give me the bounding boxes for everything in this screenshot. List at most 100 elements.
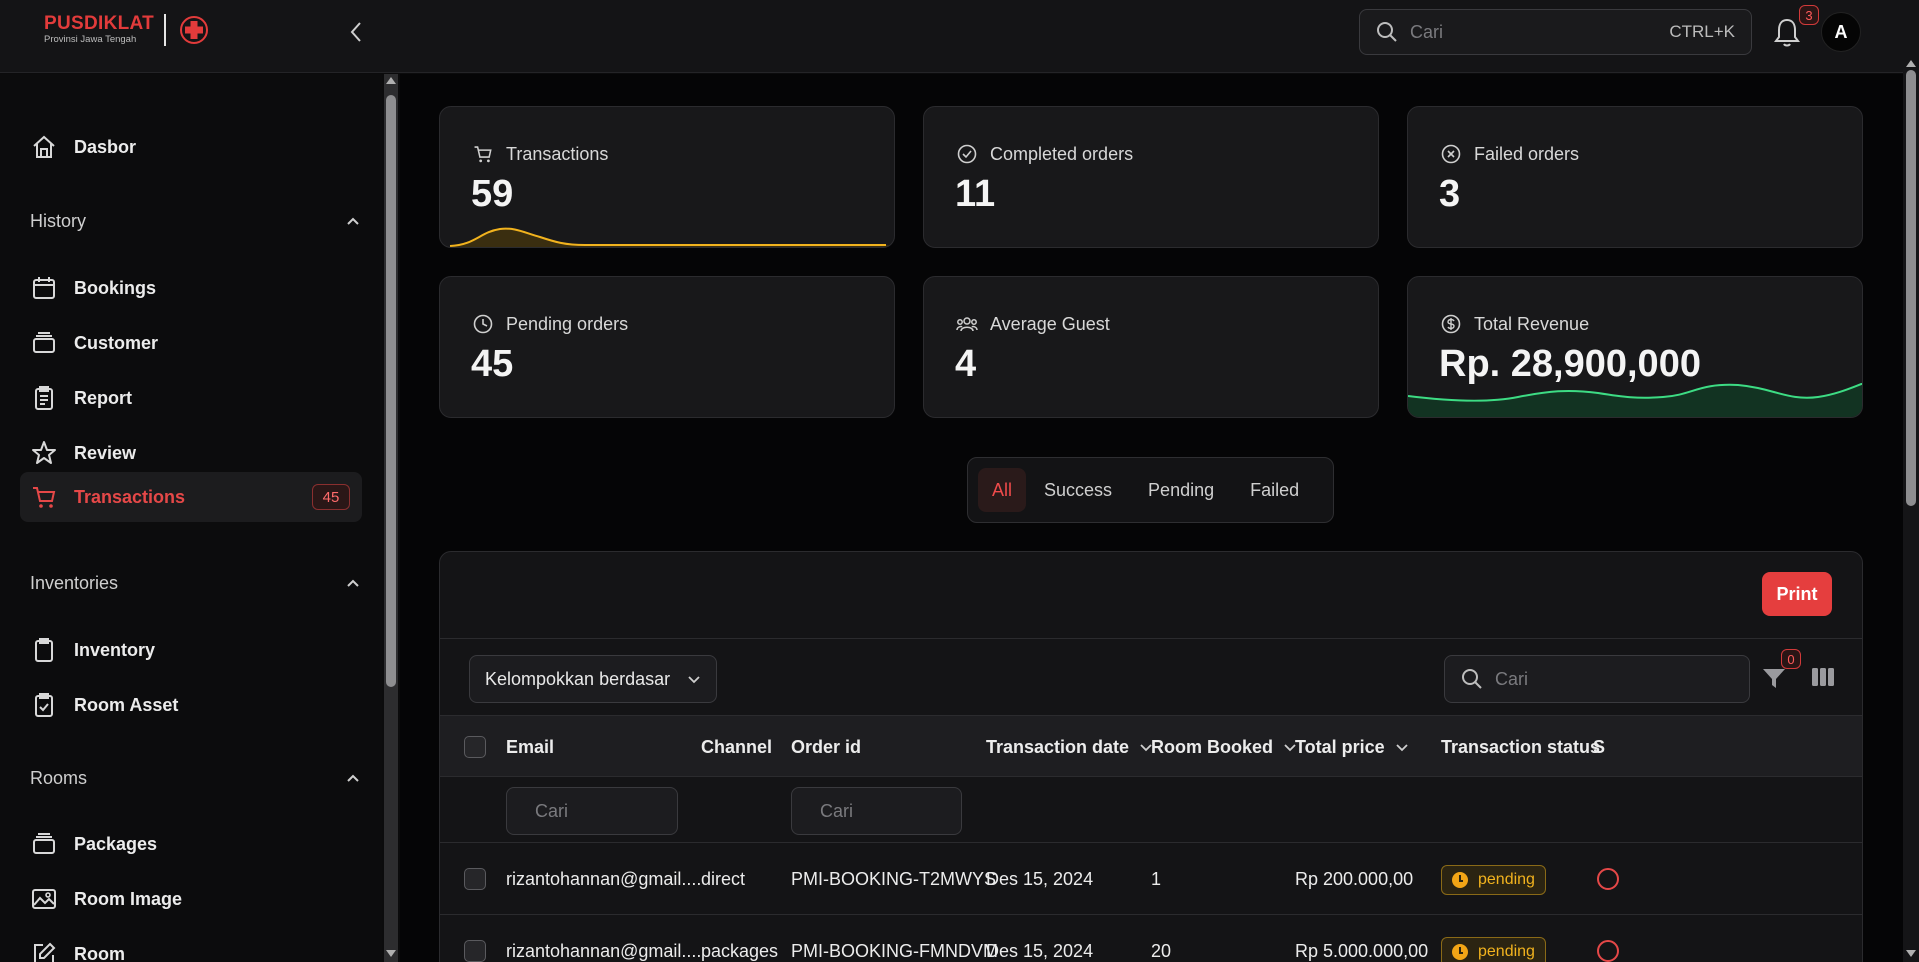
search-icon bbox=[1462, 669, 1482, 689]
chevron-down-icon bbox=[688, 676, 700, 684]
clipboard-check-icon bbox=[30, 691, 58, 719]
stat-card-transactions: Transactions 59 bbox=[439, 106, 895, 248]
sidebar-item-label: Room Asset bbox=[74, 694, 179, 715]
group-by-select[interactable]: Kelompokkan berdasar bbox=[469, 655, 717, 703]
chevron-left-icon bbox=[350, 22, 361, 42]
column-truncated[interactable]: S bbox=[1593, 716, 1605, 778]
avatar[interactable]: A bbox=[1821, 12, 1861, 52]
section-rooms[interactable]: Rooms bbox=[30, 763, 360, 793]
section-inventories[interactable]: Inventories bbox=[30, 568, 360, 598]
app: PUSDIKLAT Provinsi Jawa Tengah CTRL+K bbox=[0, 0, 1919, 962]
sidebar-item-transactions[interactable]: Transactions 45 bbox=[20, 472, 362, 522]
section-label: History bbox=[30, 210, 87, 231]
calendar-icon bbox=[30, 274, 58, 302]
cell-order-id: PMI-BOOKING-FMNDVM bbox=[791, 941, 998, 961]
column-order-id[interactable]: Order id bbox=[791, 716, 861, 778]
chevron-down-icon bbox=[1395, 742, 1409, 752]
status-filter-tabs: All Success Pending Failed bbox=[967, 457, 1334, 523]
bell-icon[interactable] bbox=[1772, 16, 1802, 48]
main-content: Transactions 59 Completed orders 11 Fail… bbox=[400, 74, 1903, 962]
section-history[interactable]: History bbox=[30, 206, 360, 236]
sidebar-item-room[interactable]: Room bbox=[20, 929, 362, 962]
edit-icon bbox=[30, 940, 58, 962]
scroll-up-arrow-icon[interactable] bbox=[386, 77, 396, 84]
cell-total-price: Rp 5.000.000,00 bbox=[1295, 941, 1429, 961]
global-search[interactable]: CTRL+K bbox=[1359, 9, 1752, 55]
tab-pending[interactable]: Pending bbox=[1130, 468, 1232, 512]
sidebar-item-packages[interactable]: Packages bbox=[20, 819, 362, 869]
sidebar-item-dashboard[interactable]: Dasbor bbox=[20, 122, 362, 172]
stat-value: 11 bbox=[955, 173, 996, 215]
column-email[interactable]: Email bbox=[506, 716, 554, 778]
stat-value: 45 bbox=[471, 343, 514, 385]
page-scrollbar-thumb[interactable] bbox=[1906, 70, 1916, 506]
table-row[interactable]: rizantohannan@gmail.... direct PMI-BOOKI… bbox=[440, 844, 1862, 915]
email-column-search[interactable] bbox=[506, 787, 767, 835]
transactions-table-panel: Print Kelompokkan berdasar 0 Email Chann… bbox=[439, 551, 1863, 962]
sidebar-item-inventory[interactable]: Inventory bbox=[20, 625, 362, 675]
row-checkbox[interactable] bbox=[464, 868, 486, 890]
table-header: Email Channel Order id Transaction date … bbox=[440, 715, 1862, 777]
stat-value: 3 bbox=[1439, 173, 1461, 215]
sidebar-item-label: Packages bbox=[74, 833, 158, 854]
column-label: Transaction date bbox=[986, 736, 1130, 757]
order-id-column-search-input[interactable] bbox=[820, 800, 1052, 822]
order-id-column-search[interactable] bbox=[791, 787, 1052, 835]
collapse-sidebar-button[interactable] bbox=[342, 18, 370, 46]
chevron-up-icon bbox=[347, 774, 359, 782]
clock-icon bbox=[1452, 871, 1468, 888]
filter-icon[interactable] bbox=[1761, 665, 1787, 691]
cell-date: Des 15, 2024 bbox=[986, 869, 1094, 889]
scroll-down-arrow-icon[interactable] bbox=[1906, 950, 1916, 957]
tab-success[interactable]: Success bbox=[1026, 468, 1130, 512]
table-search-input[interactable] bbox=[1495, 668, 1733, 690]
sidebar-item-room-asset[interactable]: Room Asset bbox=[20, 680, 362, 730]
sidebar-item-customer[interactable]: Customer bbox=[20, 318, 362, 368]
sidebar-item-label: Bookings bbox=[74, 277, 157, 298]
sidebar-item-label: Room Image bbox=[74, 888, 183, 909]
sidebar-item-room-image[interactable]: Room Image bbox=[20, 874, 362, 924]
column-total-price[interactable]: Total price bbox=[1295, 716, 1409, 778]
tab-all[interactable]: All bbox=[978, 468, 1027, 512]
sidebar-item-report[interactable]: Report bbox=[20, 373, 362, 423]
select-all-checkbox[interactable] bbox=[464, 736, 486, 758]
sidebar-item-bookings[interactable]: Bookings bbox=[20, 263, 362, 313]
tab-failed[interactable]: Failed bbox=[1232, 468, 1317, 512]
email-column-search-input[interactable] bbox=[535, 800, 767, 822]
status-label: pending bbox=[1478, 870, 1535, 888]
row-checkbox[interactable] bbox=[464, 940, 486, 962]
cell-room-booked: 20 bbox=[1151, 941, 1172, 961]
users-icon bbox=[956, 313, 978, 335]
section-label: Inventories bbox=[30, 572, 119, 593]
print-button[interactable]: Print bbox=[1762, 572, 1832, 616]
stat-label: Pending orders bbox=[506, 313, 629, 334]
sidebar-item-review[interactable]: Review bbox=[20, 428, 362, 478]
search-icon bbox=[1377, 22, 1397, 42]
columns-icon[interactable] bbox=[1810, 665, 1836, 689]
column-transaction-date[interactable]: Transaction date bbox=[986, 716, 1153, 778]
notification-badge: 3 bbox=[1799, 5, 1819, 25]
sidebar-scrollbar-thumb[interactable] bbox=[386, 95, 396, 687]
scroll-up-arrow-icon[interactable] bbox=[1906, 60, 1916, 67]
table-row[interactable]: rizantohannan@gmail.... packages PMI-BOO… bbox=[440, 916, 1862, 962]
image-icon bbox=[30, 885, 58, 913]
scroll-down-arrow-icon[interactable] bbox=[386, 950, 396, 957]
column-room-booked[interactable]: Room Booked bbox=[1151, 716, 1297, 778]
logo[interactable]: PUSDIKLAT Provinsi Jawa Tengah bbox=[44, 14, 210, 46]
sidebar-item-label: Report bbox=[74, 387, 132, 408]
column-filter-row bbox=[440, 777, 1862, 843]
sidebar: Dasbor History Bookings Customer Report … bbox=[0, 74, 382, 962]
column-channel[interactable]: Channel bbox=[701, 716, 772, 778]
check-circle-icon bbox=[956, 143, 978, 165]
home-icon bbox=[30, 133, 58, 161]
truncated-action-icon[interactable] bbox=[1597, 868, 1619, 890]
cell-order-id: PMI-BOOKING-T2MWYS bbox=[791, 869, 997, 889]
column-transaction-status[interactable]: Transaction status bbox=[1441, 716, 1600, 778]
truncated-action-icon[interactable] bbox=[1597, 940, 1619, 962]
transactions-count-badge: 45 bbox=[312, 484, 350, 510]
status-badge: pending bbox=[1441, 864, 1546, 895]
status-label: pending bbox=[1478, 942, 1535, 960]
cart-icon bbox=[30, 483, 58, 511]
global-search-input[interactable] bbox=[1410, 21, 1670, 43]
table-search[interactable] bbox=[1444, 655, 1750, 703]
